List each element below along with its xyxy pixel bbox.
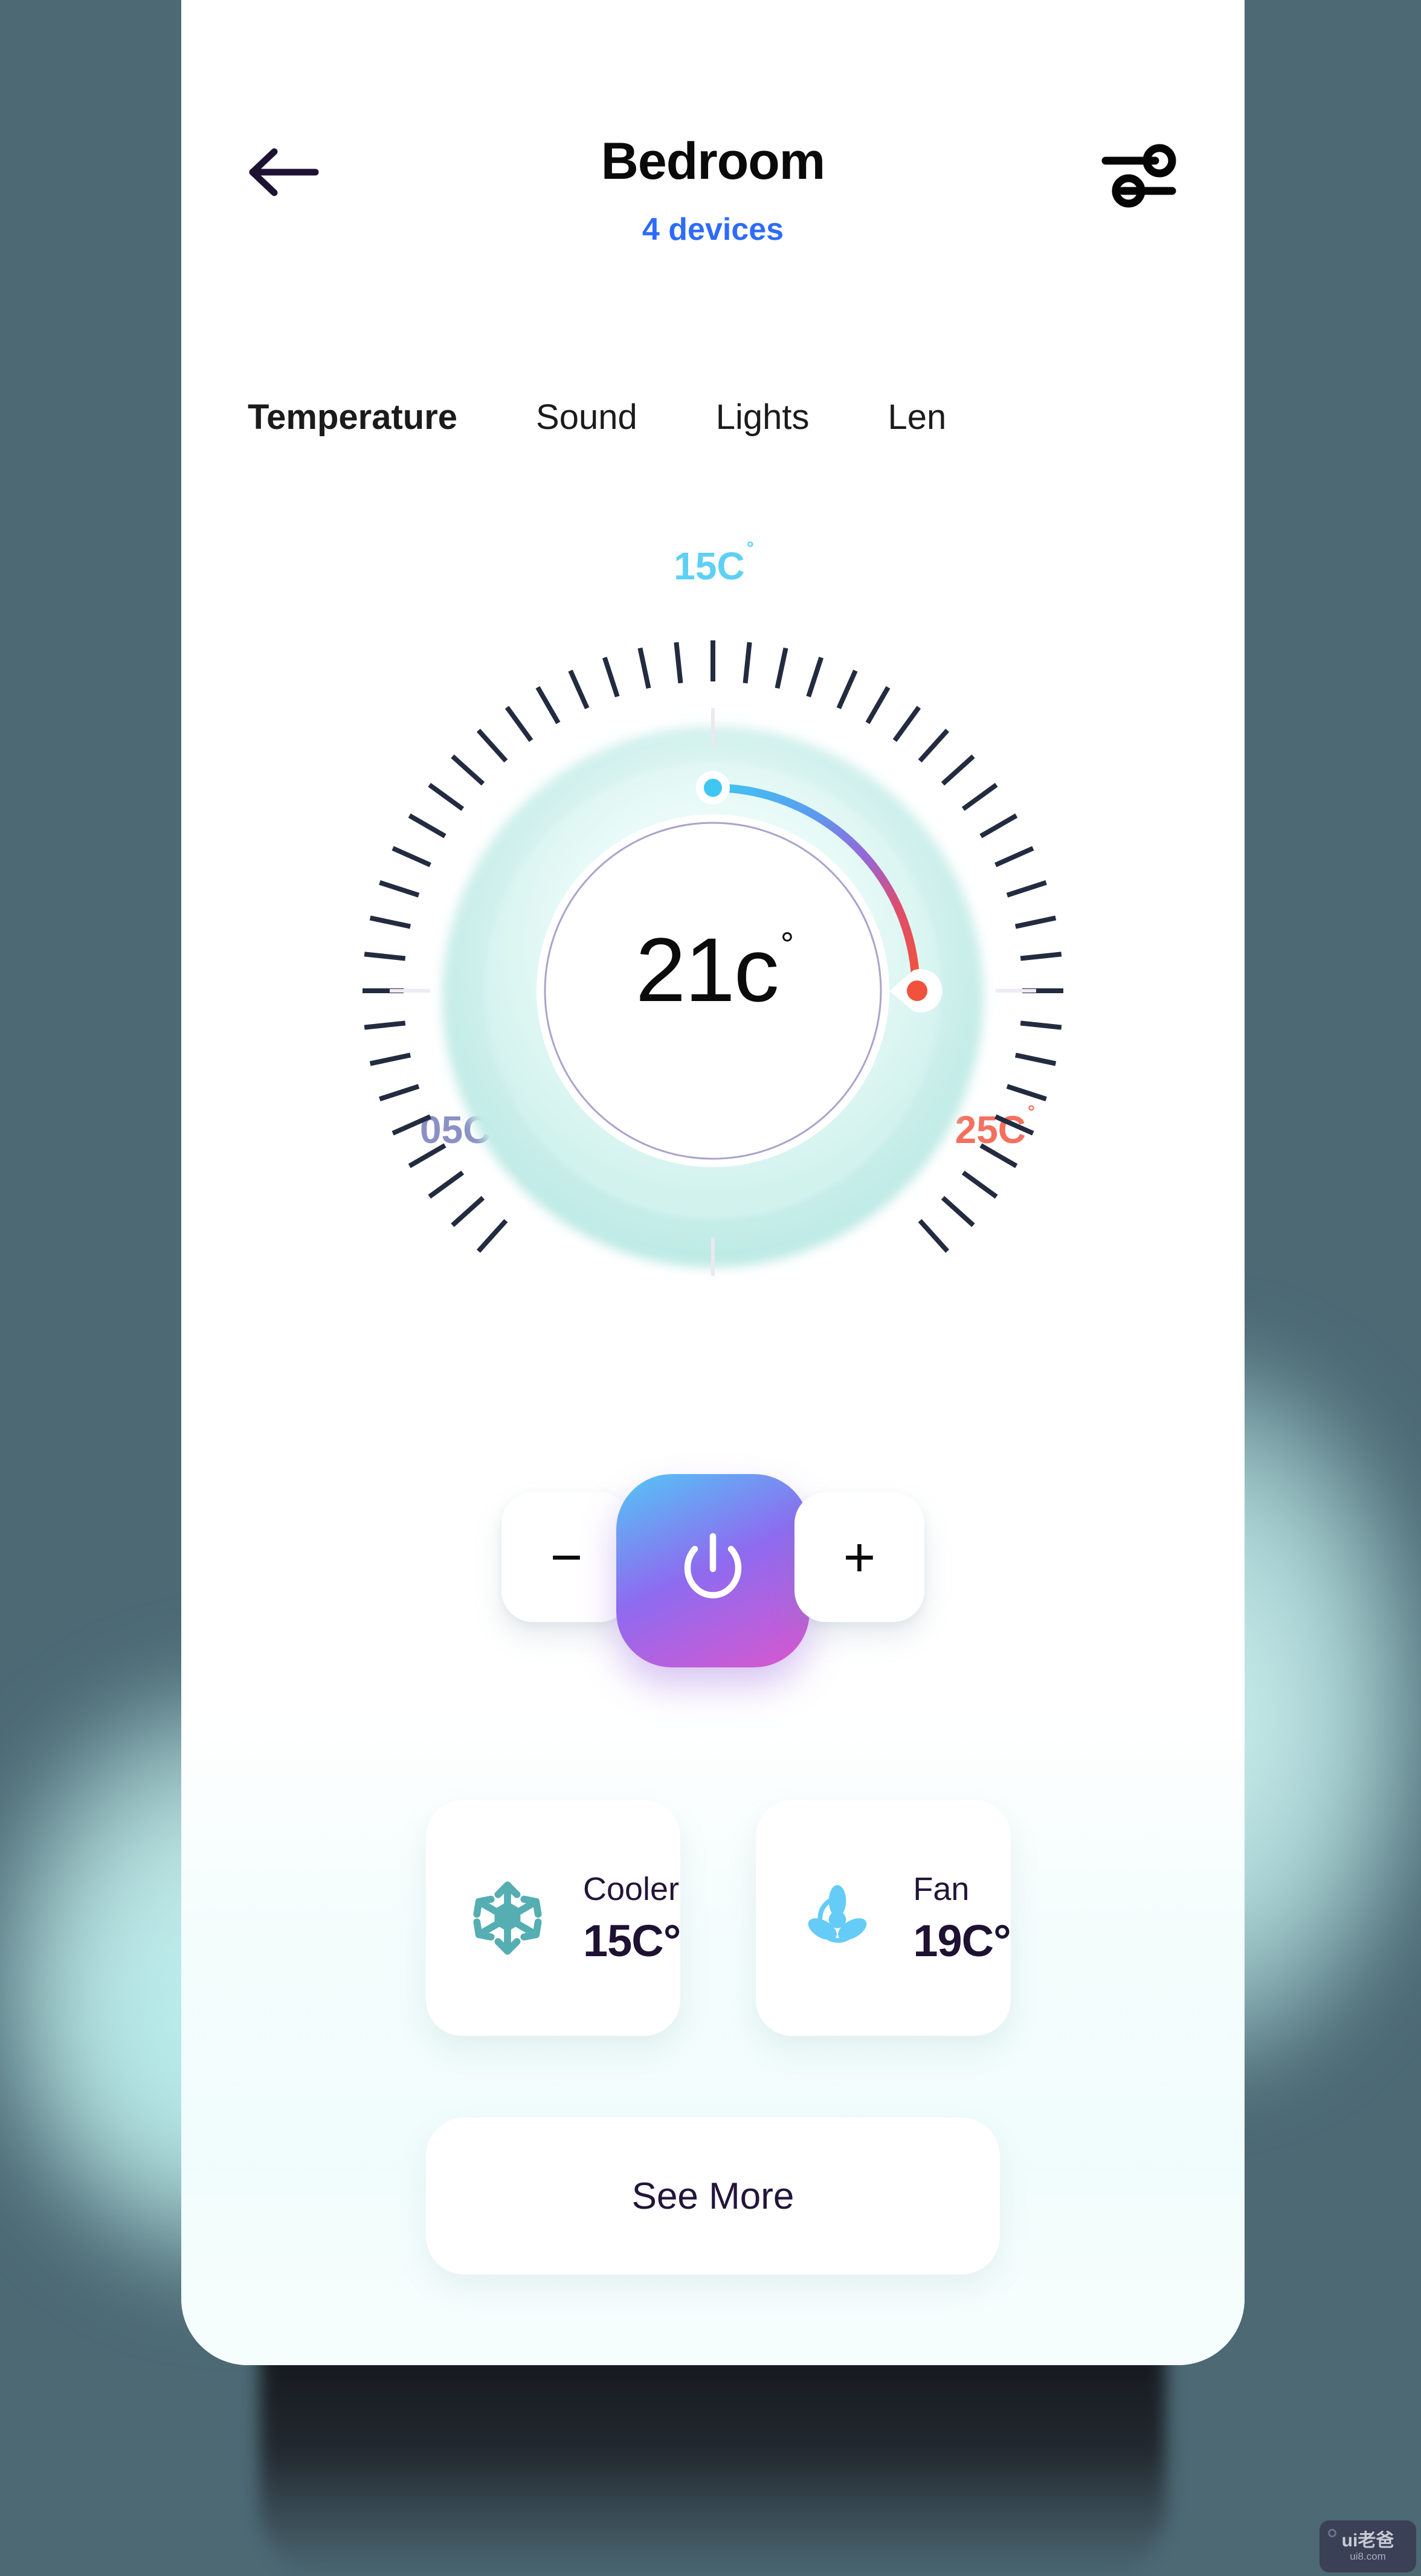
tab-temperature[interactable]: Temperature <box>248 397 457 437</box>
temperature-dial[interactable]: 21c° <box>356 634 1069 1347</box>
fan-value: 19C° <box>913 1916 1011 1966</box>
fan-icon-wrap <box>798 1873 877 1963</box>
dial-top-label: 15C ° <box>181 539 1245 588</box>
tab-len[interactable]: Len <box>888 397 947 437</box>
plus-icon: + <box>843 1526 876 1588</box>
temperature-controls: − + <box>181 1474 1245 1673</box>
page-title: Bedroom <box>601 132 825 190</box>
cooler-value: 15C° <box>583 1916 681 1966</box>
snowflake-icon <box>473 1881 542 1955</box>
fan-label: Fan <box>913 1871 970 1907</box>
increase-temperature-button[interactable]: + <box>794 1492 924 1622</box>
minus-icon: − <box>550 1526 583 1588</box>
dial-current-temperature: 21c° <box>356 924 1069 1015</box>
device-cards: Cooler 15C° Fan 19C° <box>426 1800 1011 2036</box>
device-count-label: 4 devices <box>642 212 784 247</box>
decrease-temperature-button[interactable]: − <box>501 1492 631 1622</box>
see-more-button[interactable]: See More <box>426 2117 1000 2275</box>
dial-top-value: 15C <box>674 544 745 588</box>
tab-sound[interactable]: Sound <box>536 397 637 437</box>
tab-lights[interactable]: Lights <box>716 397 810 437</box>
dial-current-degree: ° <box>780 925 794 963</box>
sliders-icon <box>1101 144 1176 208</box>
fan-card-text: Fan 19C° <box>913 1871 1011 1966</box>
dial-start-handle[interactable] <box>696 771 730 805</box>
watermark-dot-icon <box>1328 2529 1336 2537</box>
device-card-fan[interactable]: Fan 19C° <box>756 1800 1011 2036</box>
fan-icon <box>808 1885 867 1943</box>
app-header: Bedroom 4 devices <box>181 121 1245 248</box>
category-tabs[interactable]: Temperature Sound Lights Len <box>248 381 1245 453</box>
settings-button[interactable] <box>1100 139 1178 211</box>
phone-screen: Bedroom 4 devices Temperature Sound Ligh… <box>181 0 1245 2365</box>
watermark-badge: ui老爸 ui8.com <box>1320 2520 1416 2572</box>
watermark-domain: ui8.com <box>1350 2550 1386 2562</box>
cooler-label: Cooler <box>583 1871 680 1907</box>
power-button[interactable] <box>616 1474 810 1667</box>
watermark-brand: ui老爸 <box>1341 2530 1394 2551</box>
dial-top-degree: ° <box>746 538 754 558</box>
dial-current-value: 21c <box>635 919 779 1020</box>
cooler-icon-wrap <box>468 1873 547 1963</box>
power-icon <box>684 1533 742 1599</box>
cooler-card-text: Cooler 15C° <box>583 1871 681 1966</box>
device-card-cooler[interactable]: Cooler 15C° <box>426 1800 681 2036</box>
